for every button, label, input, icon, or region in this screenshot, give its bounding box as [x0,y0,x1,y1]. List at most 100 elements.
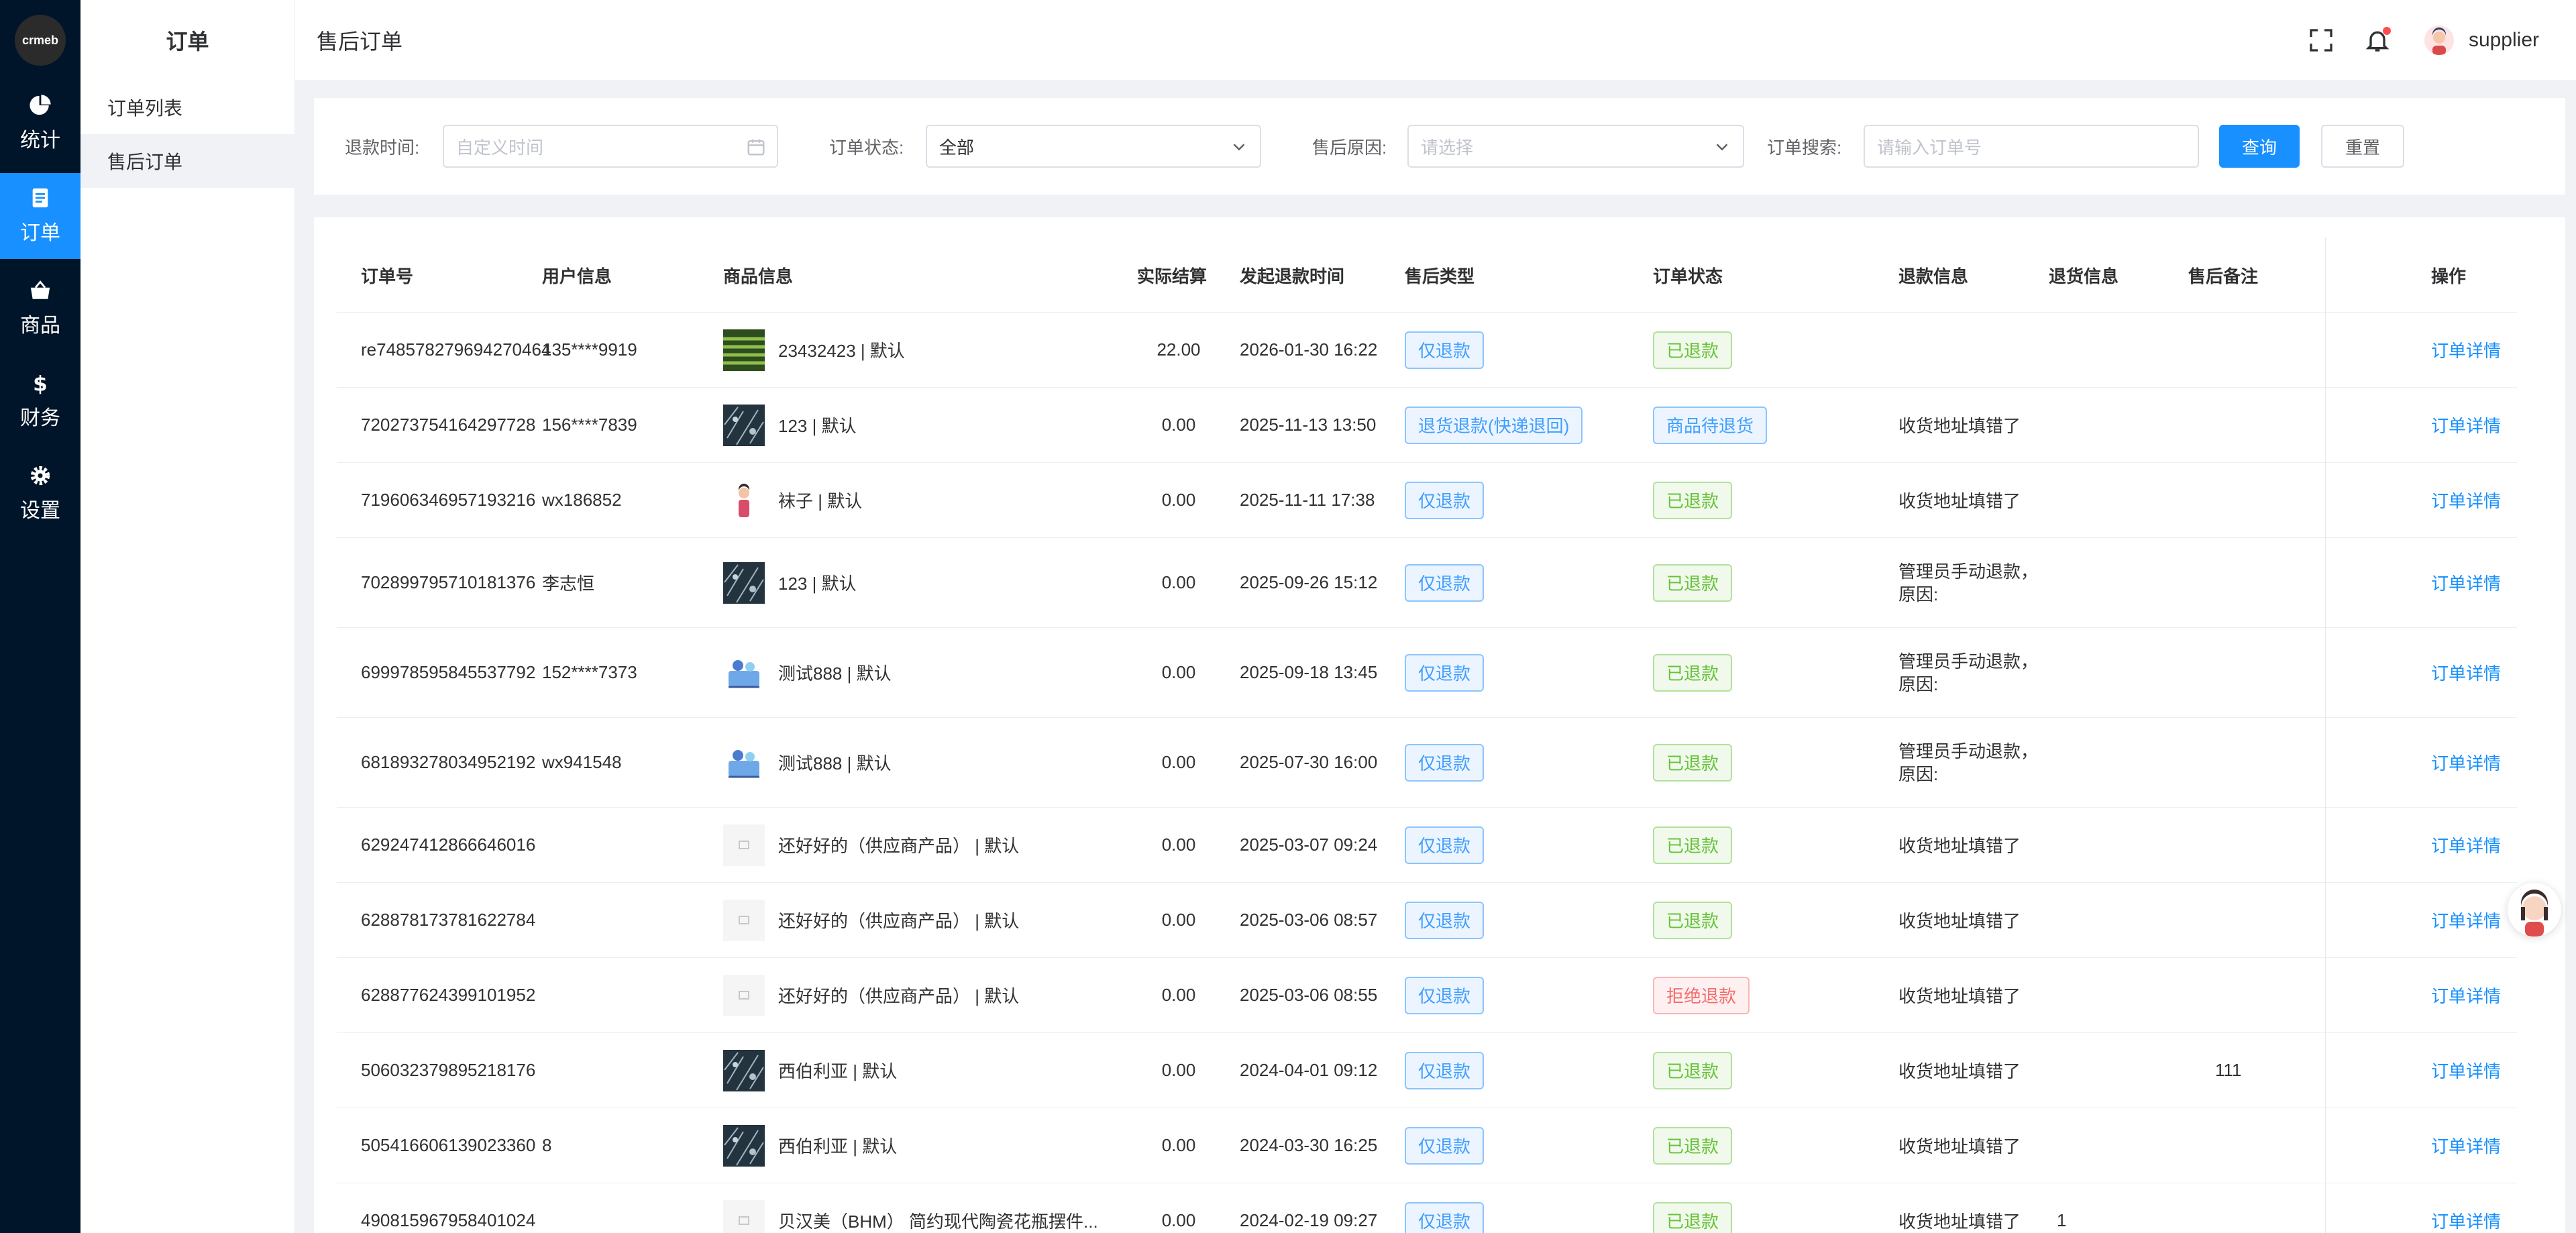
after-sale-type-tag: 仅退款 [1405,826,1485,864]
order-detail-link[interactable]: 订单详情 [2431,908,2501,932]
product-name: 测试888 | 默认 [778,663,892,684]
settlement-amount: 0.00 [1161,1210,1196,1230]
avatar[interactable] [2424,25,2454,55]
col-order-status: 已退款 [1653,883,1881,957]
col-product-info: 还好好的（供应商产品） | 默认 [723,958,1099,1032]
col-product-info: 西伯利亚 | 默认 [723,1108,1099,1183]
app-logo[interactable]: crmeb [15,15,66,66]
table-row: 628877624399101952 还好好的（供应商产品） | 默认 0.00 20… [337,958,2517,1033]
product-thumbnail[interactable] [723,479,765,521]
product-thumbnail[interactable] [723,899,765,941]
sub-sidebar: 订单 订单列表 售后订单 [80,0,295,1233]
order-number: 506032379895218176 [361,1060,536,1080]
col-action: 订单详情 [2431,958,2512,1032]
order-detail-link[interactable]: 订单详情 [2431,1058,2501,1083]
product-thumbnail[interactable] [723,824,765,866]
col-order-no-header: 订单号 [361,266,414,286]
order-number: re748578279694270464 [361,339,551,360]
rail-item-products[interactable]: 商品 [0,266,80,352]
product-thumbnail[interactable] [723,561,765,604]
reset-button[interactable]: 重置 [2321,125,2405,168]
col-action: 订单详情 [2431,538,2512,627]
order-number: 681893278034952192 [361,752,536,772]
col-order-no: 720273754164297728 [361,388,535,462]
refund-info-line: 原因: [1898,674,1939,694]
table-row: 505416606139023360 8 西伯利亚 | 默认 0.00 2024-03-… [337,1108,2517,1183]
refund-info-line: 管理员手动退款， [1898,741,2039,761]
col-order-status: 已退款 [1653,313,1881,387]
after-sale-type-tag: 仅退款 [1405,1201,1485,1233]
product-thumbnail[interactable] [723,974,765,1016]
order-detail-link[interactable]: 订单详情 [2431,983,2501,1008]
order-status-select[interactable]: 全部 [926,125,1261,168]
order-status-tag: 已退款 [1653,481,1733,519]
col-remark [2188,718,2309,807]
order-detail-link[interactable]: 订单详情 [2431,413,2501,437]
order-status-tag: 已退款 [1653,826,1733,864]
product-thumbnail[interactable] [723,1124,765,1167]
product-thumbnail[interactable] [723,404,765,446]
col-settlement: 0.00 [1135,628,1222,717]
username[interactable]: supplier [2469,29,2539,52]
order-status-label: 订单状态: [829,137,904,158]
product-thumbnail[interactable] [723,1199,765,1233]
fullscreen-icon[interactable] [2308,27,2334,54]
user-info: 李志恒 [542,574,595,594]
bell-icon[interactable] [2364,27,2391,54]
col-order-no: 628878173781622784 [361,883,535,957]
col-product-info: 123 | 默认 [723,388,1099,462]
col-remark [2188,463,2309,537]
col-return-info [2049,538,2169,627]
order-detail-link[interactable]: 订单详情 [2431,660,2501,685]
after-sale-type-tag: 仅退款 [1405,653,1485,692]
refund-info: 收货地址填错了 [1898,911,2021,931]
order-detail-link[interactable]: 订单详情 [2431,337,2501,362]
rail-item-settings[interactable]: 设置 [0,451,80,537]
table-row: 681893278034952192 wx941548 测试888 | 默认 0.00… [337,718,2517,808]
order-detail-link[interactable]: 订单详情 [2431,1133,2501,1158]
order-number: 719606346957193216 [361,490,536,510]
product-thumbnail[interactable] [723,741,765,784]
refund-info-line: 管理员手动退款， [1898,651,2039,672]
col-refund-time: 2025-09-18 13:45 [1240,628,1394,717]
query-button[interactable]: 查询 [2219,125,2300,168]
order-search-input[interactable]: 请输入订单号 [1864,125,2199,168]
refund-info: 收货地址填错了 [1898,416,2021,436]
order-detail-link[interactable]: 订单详情 [2431,833,2501,857]
header-actions: supplier [2278,0,2539,81]
col-refund-time: 2026-01-30 16:22 [1240,313,1394,387]
refund-info-line: 原因: [1898,763,1939,784]
col-order-status: 已退款 [1653,1033,1881,1108]
main-rail: crmeb 统计 订单 商品 $ 财务 设置 [0,0,80,1233]
order-detail-link[interactable]: 订单详情 [2431,570,2501,595]
col-settlement: 0.00 [1135,388,1222,462]
chevron-down-icon [1233,144,1245,151]
customer-service-avatar[interactable] [2508,883,2561,936]
col-settlement-header: 实际结算 [1136,266,1207,286]
order-detail-link[interactable]: 订单详情 [2431,1208,2501,1233]
user-info: wx186852 [542,490,622,510]
rail-item-stats[interactable]: 统计 [0,81,80,166]
product-thumbnail[interactable] [723,1049,765,1091]
col-refund-info: 管理员手动退款， 原因: [1898,628,2039,717]
refund-time-picker[interactable]: 自定义时间 [443,125,778,168]
after-sale-type-tag: 仅退款 [1405,481,1485,519]
subnav-item-after-sales[interactable]: 售后订单 [80,134,294,188]
subnav-item-order-list[interactable]: 订单列表 [80,81,294,134]
col-refund-info: 管理员手动退款， 原因: [1898,538,2039,627]
refund-info-line: 管理员手动退款， [1898,561,2039,582]
subnav-title: 订单 [166,30,209,54]
product-thumbnail[interactable] [723,651,765,694]
table-row: 720273754164297728 156****7839 123 | 默认 0.0… [337,388,2517,463]
col-refund-info: 收货地址填错了 [1898,1033,2039,1108]
order-detail-link[interactable]: 订单详情 [2431,750,2501,775]
col-product-info: 测试888 | 默认 [723,718,1099,807]
order-detail-link[interactable]: 订单详情 [2431,488,2501,513]
rail-item-orders[interactable]: 订单 [0,173,80,259]
product-thumbnail[interactable] [723,329,765,371]
rail-item-finance[interactable]: $ 财务 [0,358,80,444]
col-return-info: 1 [2049,1183,2169,1233]
col-remark [2188,1108,2309,1183]
reason-select[interactable]: 请选择 [1407,125,1744,168]
col-return-info [2049,313,2169,387]
